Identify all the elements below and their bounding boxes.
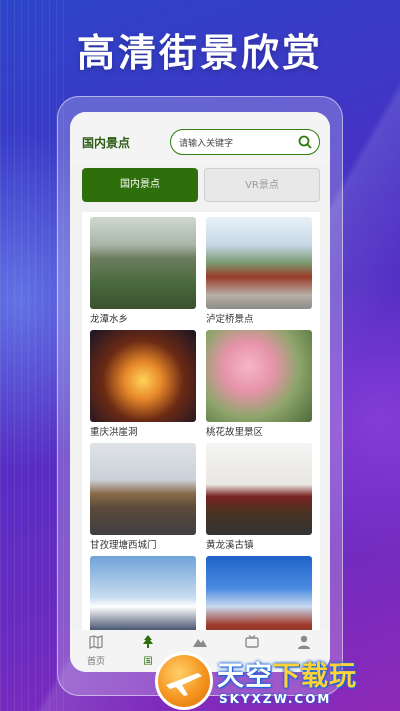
search-placeholder: 请输入关键字 — [179, 139, 234, 149]
spot-photo[interactable] — [90, 330, 196, 422]
spot-photo[interactable] — [206, 556, 312, 632]
spot-card[interactable]: 泸定桥景点 — [206, 217, 312, 330]
spot-photo[interactable] — [90, 217, 196, 309]
mountain-icon — [193, 639, 207, 647]
search-icon[interactable] — [297, 134, 313, 150]
user-icon — [298, 635, 310, 649]
top-bar: 国内景点 请输入关键字 — [70, 112, 330, 166]
spot-photo[interactable] — [206, 217, 312, 309]
nav-item-home[interactable]: 首页 — [70, 634, 122, 670]
search-input[interactable]: 请输入关键字 — [170, 129, 320, 155]
spot-card[interactable]: 甘孜理塘西城门 — [90, 443, 196, 556]
spot-photo[interactable] — [206, 330, 312, 422]
spot-name: 泸定桥景点 — [206, 314, 254, 325]
promo-headline: 高清街景欣赏 — [76, 31, 323, 75]
spot-card[interactable] — [90, 556, 196, 632]
spot-photo[interactable] — [90, 556, 196, 632]
nav-label-home: 首页 — [86, 657, 105, 667]
spot-photo[interactable] — [206, 443, 312, 535]
spot-card[interactable]: 龙潭水乡 — [90, 217, 196, 330]
site-title: 天空下载玩 — [217, 654, 357, 693]
spot-card[interactable] — [206, 556, 312, 632]
spot-card[interactable]: 桃花故里景区 — [206, 330, 312, 443]
site-title-accent: 下载玩 — [273, 661, 357, 692]
spot-photo[interactable] — [90, 443, 196, 535]
spot-list: 龙潭水乡 泸定桥景点 重庆洪崖洞 桃花故里景区 甘孜理塘西城门 黄龙溪古镇 — [82, 212, 320, 632]
spot-card[interactable]: 黄龙溪古镇 — [206, 443, 312, 556]
spot-name: 重庆洪崖洞 — [90, 427, 138, 438]
site-title-main: 天空 — [217, 661, 273, 692]
tab-vr-spots[interactable]: VR景点 — [204, 168, 320, 202]
spot-name: 桃花故里景区 — [206, 427, 264, 438]
map-icon — [89, 635, 103, 649]
spot-name: 龙潭水乡 — [90, 314, 129, 325]
tv-icon — [245, 635, 259, 648]
site-domain: SKYXZW.COM — [219, 692, 332, 706]
site-logo — [155, 652, 213, 710]
app-screen: 国内景点 请输入关键字 国内景点 VR景点 龙潭水乡 泸定桥景点 重庆洪崖洞 桃… — [70, 112, 330, 672]
spot-name: 甘孜理塘西城门 — [90, 540, 157, 551]
tree-icon — [143, 635, 153, 648]
page-title: 国内景点 — [82, 136, 131, 150]
spot-name: 黄龙溪古镇 — [206, 540, 254, 551]
tab-domestic-spots[interactable]: 国内景点 — [82, 168, 198, 202]
site-watermark: 天空下载玩 SKYXZW.COM — [155, 650, 400, 711]
spot-card[interactable]: 重庆洪崖洞 — [90, 330, 196, 443]
plane-icon — [166, 673, 202, 696]
